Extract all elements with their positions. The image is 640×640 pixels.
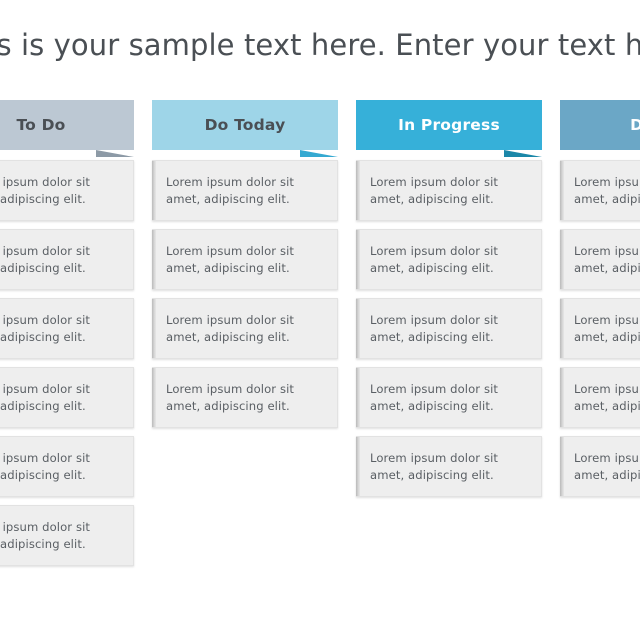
kanban-card-text: Lorem ipsum dolor sit amet, adipiscing e… bbox=[0, 382, 91, 413]
kanban-card-text: Lorem ipsum dolor sit amet, adipiscing e… bbox=[166, 175, 295, 206]
column-header-banner-done[interactable]: Done bbox=[560, 100, 640, 150]
kanban-column-in-progress: In Progress Lorem ipsum dolor sit amet, a… bbox=[356, 100, 542, 574]
kanban-card-text: Lorem ipsum dolor sit amet, adipiscing e… bbox=[0, 313, 91, 344]
column-header-banner-in-progress[interactable]: In Progress bbox=[356, 100, 542, 150]
kanban-card[interactable]: Lorem ipsum dolor sit amet, adipiscing e… bbox=[152, 229, 338, 290]
kanban-card[interactable]: Lorem ipsum dolor sit amet, adipiscing e… bbox=[560, 298, 640, 359]
card-list-to-do: Lorem ipsum dolor sit amet, adipiscing e… bbox=[0, 160, 134, 574]
kanban-card[interactable]: Lorem ipsum dolor sit amet, adipiscing e… bbox=[0, 229, 134, 290]
kanban-card[interactable]: Lorem ipsum dolor sit amet, adipiscing e… bbox=[560, 160, 640, 221]
kanban-column-do-today: Do Today Lorem ipsum dolor sit amet, adip… bbox=[152, 100, 338, 574]
page-title: This is your sample text here. Enter you… bbox=[0, 28, 640, 62]
column-header-to-do: To Do bbox=[0, 100, 134, 157]
kanban-card-text: Lorem ipsum dolor sit amet, adipiscing e… bbox=[0, 175, 91, 206]
kanban-card[interactable]: Lorem ipsum dolor sit amet, adipiscing e… bbox=[152, 298, 338, 359]
kanban-card[interactable]: Lorem ipsum dolor sit amet, adipiscing e… bbox=[560, 367, 640, 428]
kanban-card-text: Lorem ipsum dolor sit amet, adipiscing e… bbox=[166, 244, 295, 275]
card-list-do-today: Lorem ipsum dolor sit amet, adipiscing e… bbox=[152, 160, 338, 436]
kanban-card-text: Lorem ipsum dolor sit amet, adipiscing e… bbox=[0, 451, 91, 482]
kanban-card-text: Lorem ipsum dolor sit amet, adipiscing e… bbox=[370, 244, 499, 275]
kanban-card-text: Lorem ipsum dolor sit amet, adipiscing e… bbox=[574, 451, 640, 482]
kanban-card[interactable]: Lorem ipsum dolor sit amet, adipiscing e… bbox=[356, 160, 542, 221]
kanban-card-text: Lorem ipsum dolor sit amet, adipiscing e… bbox=[370, 382, 499, 413]
column-header-label: Do Today bbox=[204, 116, 286, 134]
kanban-column-to-do: To Do Lorem ipsum dolor sit amet, adipisc… bbox=[0, 100, 134, 574]
column-header-banner-to-do[interactable]: To Do bbox=[0, 100, 134, 150]
card-list-done: Lorem ipsum dolor sit amet, adipiscing e… bbox=[560, 160, 640, 505]
kanban-card-text: Lorem ipsum dolor sit amet, adipiscing e… bbox=[370, 175, 499, 206]
column-header-label: To Do bbox=[16, 116, 66, 134]
kanban-card[interactable]: Lorem ipsum dolor sit amet, adipiscing e… bbox=[152, 367, 338, 428]
kanban-card-text: Lorem ipsum dolor sit amet, adipiscing e… bbox=[574, 382, 640, 413]
ribbon-fold-icon bbox=[504, 150, 542, 157]
kanban-card[interactable]: Lorem ipsum dolor sit amet, adipiscing e… bbox=[0, 367, 134, 428]
kanban-card-text: Lorem ipsum dolor sit amet, adipiscing e… bbox=[370, 313, 499, 344]
kanban-card[interactable]: Lorem ipsum dolor sit amet, adipiscing e… bbox=[356, 436, 542, 497]
kanban-card[interactable]: Lorem ipsum dolor sit amet, adipiscing e… bbox=[0, 160, 134, 221]
column-header-in-progress: In Progress bbox=[356, 100, 542, 157]
kanban-card-text: Lorem ipsum dolor sit amet, adipiscing e… bbox=[574, 175, 640, 206]
kanban-card-text: Lorem ipsum dolor sit amet, adipiscing e… bbox=[574, 244, 640, 275]
kanban-card-text: Lorem ipsum dolor sit amet, adipiscing e… bbox=[166, 313, 295, 344]
kanban-card-text: Lorem ipsum dolor sit amet, adipiscing e… bbox=[370, 451, 499, 482]
column-header-banner-do-today[interactable]: Do Today bbox=[152, 100, 338, 150]
kanban-board: To Do Lorem ipsum dolor sit amet, adipisc… bbox=[0, 100, 640, 574]
kanban-card-text: Lorem ipsum dolor sit amet, adipiscing e… bbox=[166, 382, 295, 413]
card-list-in-progress: Lorem ipsum dolor sit amet, adipiscing e… bbox=[356, 160, 542, 505]
column-header-do-today: Do Today bbox=[152, 100, 338, 157]
kanban-card[interactable]: Lorem ipsum dolor sit amet, adipiscing e… bbox=[356, 298, 542, 359]
kanban-card[interactable]: Lorem ipsum dolor sit amet, adipiscing e… bbox=[356, 229, 542, 290]
column-header-done: Done bbox=[560, 100, 640, 150]
kanban-card-text: Lorem ipsum dolor sit amet, adipiscing e… bbox=[0, 520, 91, 551]
kanban-card[interactable]: Lorem ipsum dolor sit amet, adipiscing e… bbox=[356, 367, 542, 428]
kanban-card[interactable]: Lorem ipsum dolor sit amet, adipiscing e… bbox=[560, 436, 640, 497]
kanban-card[interactable]: Lorem ipsum dolor sit amet, adipiscing e… bbox=[0, 298, 134, 359]
kanban-card-text: Lorem ipsum dolor sit amet, adipiscing e… bbox=[0, 244, 91, 275]
ribbon-fold-icon bbox=[96, 150, 134, 157]
column-header-label: Done bbox=[630, 116, 640, 134]
kanban-card-text: Lorem ipsum dolor sit amet, adipiscing e… bbox=[574, 313, 640, 344]
kanban-column-done: Done Lorem ipsum dolor sit amet, adipisci… bbox=[560, 100, 640, 574]
kanban-card[interactable]: Lorem ipsum dolor sit amet, adipiscing e… bbox=[0, 505, 134, 566]
kanban-card[interactable]: Lorem ipsum dolor sit amet, adipiscing e… bbox=[560, 229, 640, 290]
kanban-card[interactable]: Lorem ipsum dolor sit amet, adipiscing e… bbox=[0, 436, 134, 497]
column-header-label: In Progress bbox=[398, 116, 500, 134]
kanban-card[interactable]: Lorem ipsum dolor sit amet, adipiscing e… bbox=[152, 160, 338, 221]
ribbon-fold-icon bbox=[300, 150, 338, 157]
